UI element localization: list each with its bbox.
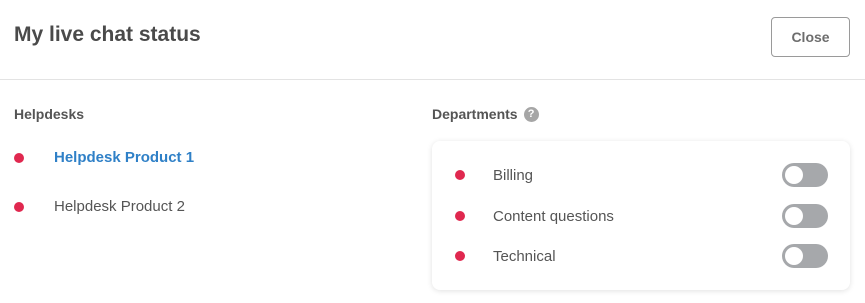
status-dot-icon — [455, 251, 465, 261]
technical-toggle[interactable] — [782, 244, 828, 268]
departments-heading-label: Departments — [432, 106, 518, 122]
departments-card: Billing Content questions Technical — [432, 141, 850, 290]
help-icon[interactable]: ? — [523, 106, 539, 122]
status-dot-icon — [455, 170, 465, 180]
status-dot-icon — [14, 153, 24, 163]
content-questions-toggle[interactable] — [782, 204, 828, 228]
helpdesk-item-product-1[interactable]: Helpdesk Product 1 — [0, 146, 300, 170]
department-row-content-questions: Content questions — [432, 203, 850, 229]
helpdesk-item-label[interactable]: Helpdesk Product 1 — [54, 149, 194, 166]
status-dot-icon — [455, 211, 465, 221]
page-title: My live chat status — [14, 23, 201, 46]
toggle-knob — [785, 247, 803, 265]
helpdesk-item-label[interactable]: Helpdesk Product 2 — [54, 198, 185, 215]
department-row-technical: Technical — [432, 243, 850, 269]
department-label: Billing — [493, 167, 534, 184]
department-label: Technical — [493, 248, 556, 265]
department-row-billing: Billing — [432, 162, 850, 188]
department-label: Content questions — [493, 208, 614, 225]
toggle-knob — [785, 166, 803, 184]
status-dot-icon — [14, 202, 24, 212]
close-button[interactable]: Close — [771, 17, 850, 57]
modal-header: My live chat status Close — [0, 0, 865, 80]
departments-heading: Departments ? — [432, 106, 539, 122]
billing-toggle[interactable] — [782, 163, 828, 187]
helpdesk-item-product-2[interactable]: Helpdesk Product 2 — [0, 195, 300, 219]
toggle-knob — [785, 207, 803, 225]
helpdesks-heading: Helpdesks — [14, 106, 85, 122]
